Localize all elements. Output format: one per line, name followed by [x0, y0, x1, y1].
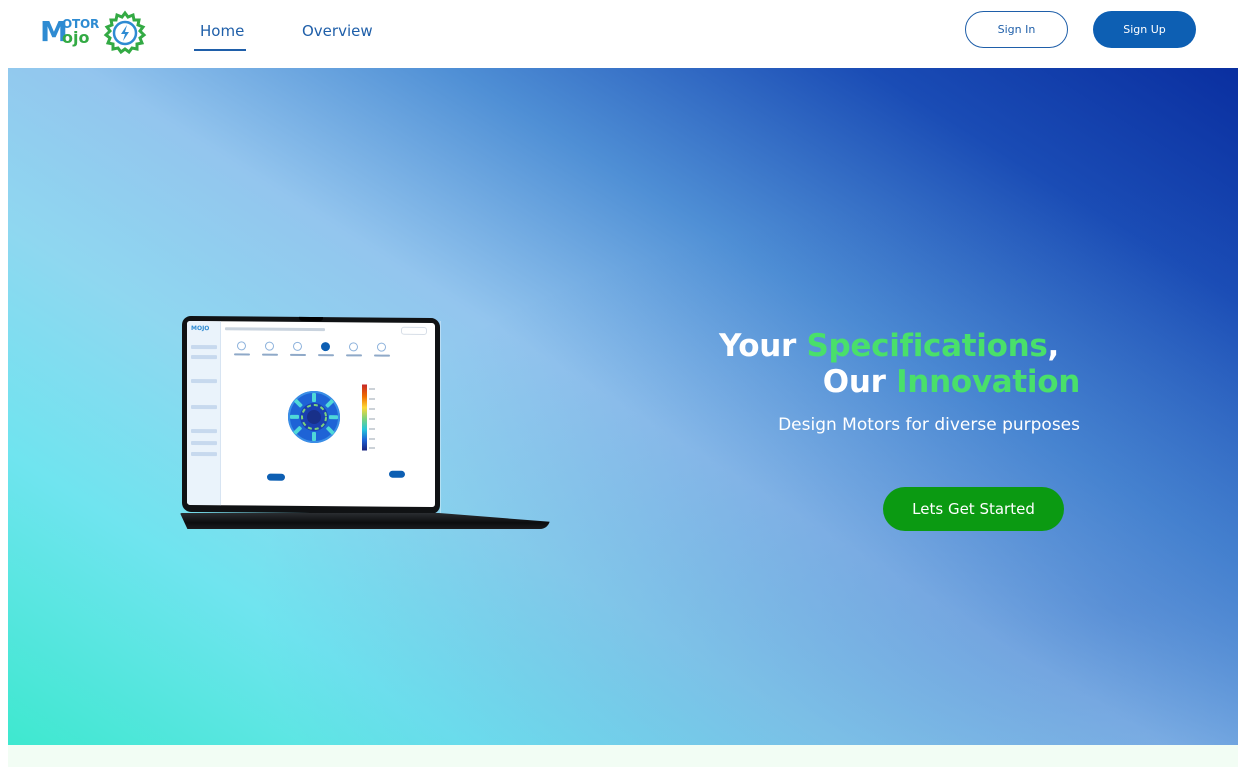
- laptop-notch: [299, 316, 323, 322]
- preview-logo: MOJO: [191, 324, 210, 333]
- laptop-screen: MOJO: [187, 320, 435, 508]
- preview-next-button: [389, 470, 405, 478]
- preview-colorbar-ticks: [369, 385, 379, 451]
- headline-text: ,: [1047, 328, 1060, 364]
- top-navbar: M OTOR ojo Home Overview Sign In Sign Up: [0, 0, 1238, 68]
- preview-step-label: [234, 353, 250, 356]
- hero-section: MOJO Your Specifications, Our Innovation…: [8, 68, 1238, 745]
- preview-step: [293, 341, 302, 351]
- preview-sidebar-item: [191, 404, 217, 410]
- preview-stepper: [234, 341, 407, 368]
- preview-tick: [369, 418, 375, 420]
- preview-tick: [369, 388, 375, 390]
- logo-wordmark: M OTOR ojo: [40, 13, 102, 53]
- preview-sidebar-item: [191, 428, 217, 434]
- preview-step-label: [318, 354, 334, 357]
- preview-sidebar-item: [191, 451, 217, 457]
- hero-headline-line-2: Our Innovation: [668, 364, 1081, 400]
- preview-previous-button: [267, 473, 285, 481]
- headline-text: Your: [718, 328, 807, 364]
- preview-step-label: [346, 354, 362, 357]
- preview-step-label: [262, 353, 278, 356]
- preview-sidebar-item: [191, 440, 217, 446]
- preview-colorbar: [362, 384, 367, 451]
- motormojo-logo[interactable]: M OTOR ojo: [40, 9, 148, 57]
- preview-step: [265, 341, 274, 351]
- hero-headline: Your Specifications, Our Innovation: [668, 328, 1080, 400]
- next-section-edge: [8, 745, 1238, 767]
- laptop-mockup-image: MOJO: [180, 315, 552, 535]
- headline-highlight: Innovation: [896, 364, 1080, 400]
- laptop-lid: MOJO: [182, 315, 440, 515]
- preview-sidebar: MOJO: [187, 320, 221, 506]
- get-started-button[interactable]: Lets Get Started: [883, 487, 1064, 531]
- headline-highlight: Specifications: [806, 328, 1048, 364]
- preview-tick: [369, 398, 375, 400]
- sign-up-button[interactable]: Sign Up: [1093, 11, 1196, 48]
- gear-bolt-icon: [103, 10, 147, 55]
- preview-user-chip: [401, 326, 427, 336]
- preview-sidebar-item: [191, 344, 217, 350]
- preview-topbar: [223, 325, 431, 336]
- preview-sidebar-item: [191, 378, 217, 384]
- sign-in-button[interactable]: Sign In: [965, 11, 1068, 48]
- preview-tick: [369, 428, 375, 430]
- headline-text: Our: [822, 364, 897, 400]
- motor-flux-plot-icon: [288, 391, 340, 444]
- hero-subtitle: Design Motors for diverse purposes: [778, 415, 1080, 435]
- preview-step: [349, 342, 358, 352]
- active-nav-underline: [194, 49, 246, 51]
- preview-tick: [369, 438, 375, 440]
- preview-step: [377, 342, 386, 352]
- preview-step: [237, 341, 246, 351]
- preview-step-label: [290, 353, 306, 356]
- logo-ojo: ojo: [62, 28, 90, 47]
- preview-sidebar-item: [191, 354, 217, 360]
- nav-home-link[interactable]: Home: [200, 21, 244, 45]
- preview-step-label: [374, 354, 390, 357]
- preview-step-active: [321, 342, 330, 352]
- hero-headline-line-1: Your Specifications,: [668, 328, 1080, 364]
- laptop-edge-highlight: [440, 321, 548, 519]
- preview-tick: [369, 447, 375, 449]
- preview-tick: [369, 408, 375, 410]
- preview-breadcrumb: [225, 327, 325, 332]
- nav-overview-link[interactable]: Overview: [302, 21, 373, 45]
